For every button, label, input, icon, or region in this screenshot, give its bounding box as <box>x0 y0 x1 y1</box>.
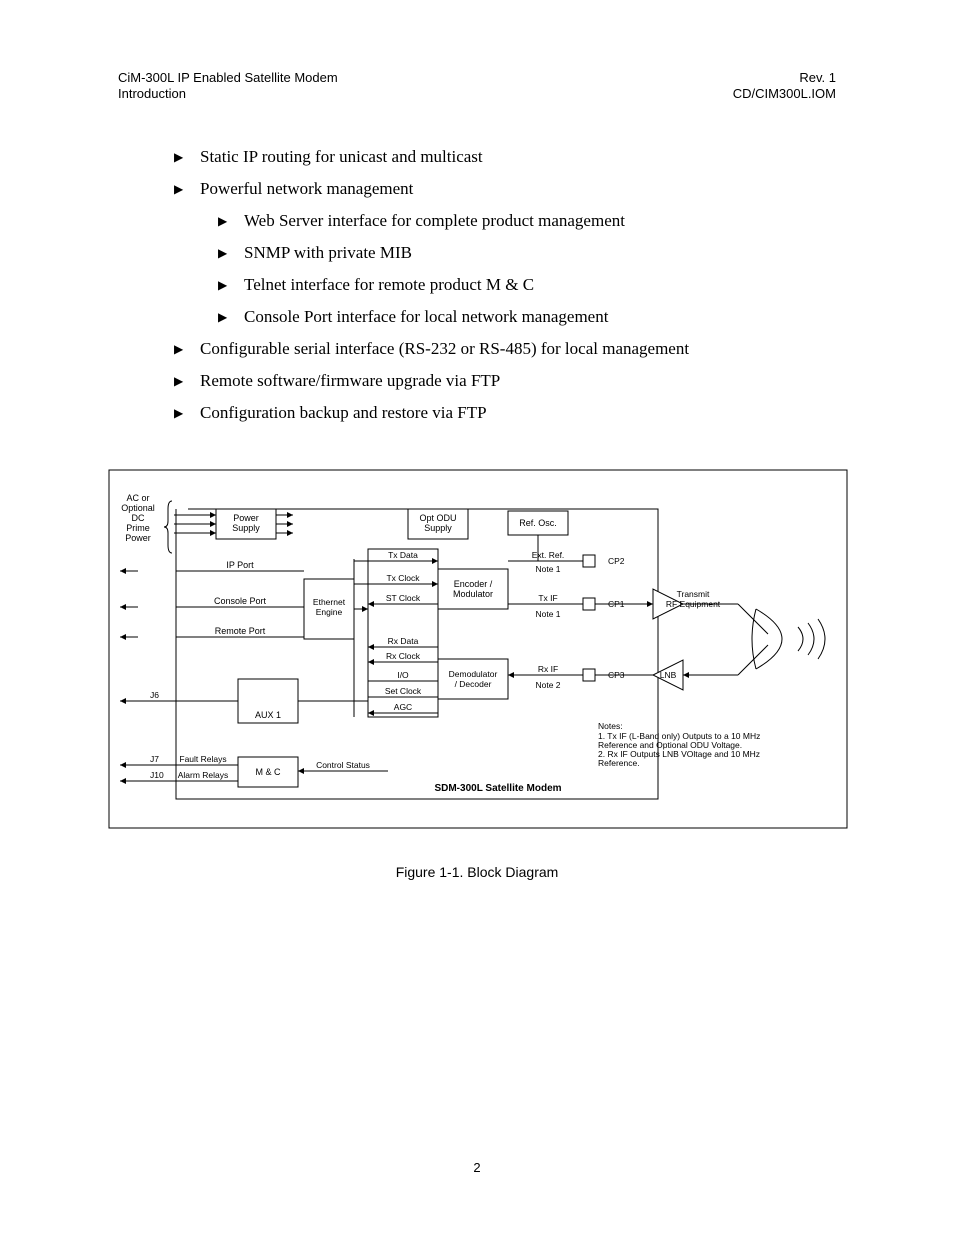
header-left-1: CiM-300L IP Enabled Satellite Modem <box>118 70 338 86</box>
svg-text:J7: J7 <box>150 754 159 764</box>
svg-text:Engine: Engine <box>316 607 343 617</box>
svg-text:Console Port: Console Port <box>214 596 267 606</box>
svg-text:ST Clock: ST Clock <box>386 593 421 603</box>
block-diagram: AC or Optional DC Prime Power Power Supp… <box>108 469 836 834</box>
bullet-text: Console Port interface for local network… <box>244 307 608 327</box>
header-right-2: CD/CIM300L.IOM <box>733 86 836 102</box>
svg-text:Rx Clock: Rx Clock <box>386 651 421 661</box>
page-number: 2 <box>0 1160 954 1175</box>
bullet-icon: ▶ <box>174 406 200 421</box>
svg-text:J10: J10 <box>150 770 164 780</box>
svg-text:Notes:: Notes: <box>598 721 623 731</box>
svg-text:IP Port: IP Port <box>226 560 254 570</box>
svg-text:Transmit: Transmit <box>677 589 710 599</box>
svg-text:Supply: Supply <box>232 523 260 533</box>
page-header: CiM-300L IP Enabled Satellite Modem Intr… <box>118 70 836 103</box>
svg-text:Encoder /: Encoder / <box>454 579 493 589</box>
svg-text:DC: DC <box>132 513 145 523</box>
svg-text:Alarm Relays: Alarm Relays <box>178 770 229 780</box>
bullet-text: Telnet interface for remote product M & … <box>244 275 534 295</box>
svg-text:Ethernet: Ethernet <box>313 597 346 607</box>
bullet-text: Static IP routing for unicast and multic… <box>200 147 483 167</box>
bullet-icon: ▶ <box>174 374 200 389</box>
svg-text:Remote Port: Remote Port <box>215 626 266 636</box>
bullet-icon: ▶ <box>218 214 244 229</box>
svg-text:Power: Power <box>233 513 259 523</box>
bullet-text: Remote software/firmware upgrade via FTP <box>200 371 500 391</box>
svg-text:RF Equipment: RF Equipment <box>666 599 721 609</box>
svg-text:AGC: AGC <box>394 702 412 712</box>
svg-text:Fault Relays: Fault Relays <box>179 754 226 764</box>
svg-text:SDM-300L Satellite Modem: SDM-300L Satellite Modem <box>434 783 561 794</box>
svg-text:Modulator: Modulator <box>453 589 493 599</box>
svg-text:Note 1: Note 1 <box>535 564 560 574</box>
bullet-text: Configurable serial interface (RS-232 or… <box>200 339 689 359</box>
svg-text:Optional: Optional <box>121 503 155 513</box>
header-right-1: Rev. 1 <box>733 70 836 86</box>
svg-text:Note 2: Note 2 <box>535 680 560 690</box>
svg-text:Set Clock: Set Clock <box>385 686 422 696</box>
svg-text:Note 1: Note 1 <box>535 609 560 619</box>
svg-text:Control Status: Control Status <box>316 760 370 770</box>
svg-text:J6: J6 <box>150 690 159 700</box>
page: CiM-300L IP Enabled Satellite Modem Intr… <box>0 0 954 1235</box>
svg-text:AUX 1: AUX 1 <box>255 710 281 720</box>
bullet-icon: ▶ <box>174 150 200 165</box>
svg-text:Ref. Osc.: Ref. Osc. <box>519 518 557 528</box>
bullet-icon: ▶ <box>218 246 244 261</box>
svg-text:Supply: Supply <box>424 523 452 533</box>
svg-text:Tx Data: Tx Data <box>388 550 418 560</box>
svg-text:/ Decoder: / Decoder <box>455 679 492 689</box>
bullet-icon: ▶ <box>174 342 200 357</box>
header-left-2: Introduction <box>118 86 338 102</box>
bullet-text: Powerful network management <box>200 179 413 199</box>
svg-text:Power: Power <box>125 533 151 543</box>
bullet-text: Web Server interface for complete produc… <box>244 211 625 231</box>
bullet-icon: ▶ <box>218 278 244 293</box>
bullet-list: ▶Static IP routing for unicast and multi… <box>174 147 836 423</box>
bullet-text: Configuration backup and restore via FTP <box>200 403 487 423</box>
svg-text:Reference.: Reference. <box>598 758 640 768</box>
svg-text:Prime: Prime <box>126 523 150 533</box>
svg-text:Rx Data: Rx Data <box>388 636 419 646</box>
svg-text:CP2: CP2 <box>608 556 625 566</box>
svg-text:I/O: I/O <box>397 670 409 680</box>
bullet-text: SNMP with private MIB <box>244 243 412 263</box>
svg-text:Demodulator: Demodulator <box>449 669 498 679</box>
prime-power-label: AC or <box>126 493 149 503</box>
svg-text:Opt ODU: Opt ODU <box>419 513 456 523</box>
bullet-icon: ▶ <box>218 310 244 325</box>
svg-text:LNB: LNB <box>660 670 677 680</box>
figure-caption: Figure 1-1. Block Diagram <box>118 864 836 880</box>
svg-text:Rx IF: Rx IF <box>538 664 558 674</box>
svg-text:Tx IF: Tx IF <box>538 593 557 603</box>
svg-text:Tx Clock: Tx Clock <box>386 573 420 583</box>
svg-text:M & C: M & C <box>255 767 281 777</box>
bullet-icon: ▶ <box>174 182 200 197</box>
svg-text:Ext. Ref.: Ext. Ref. <box>532 550 565 560</box>
